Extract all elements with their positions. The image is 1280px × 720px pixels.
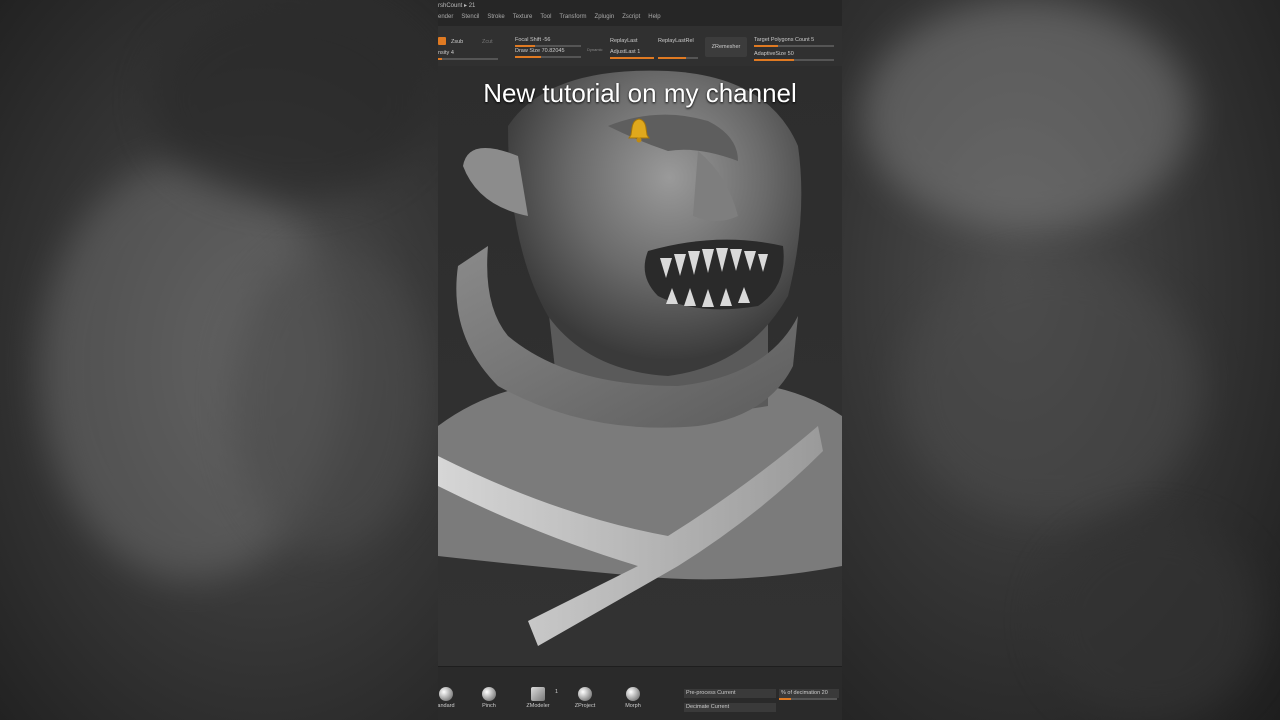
top-shelf: Zsub Zcut nsity 4 Focal Shift -56 Draw S… xyxy=(438,26,842,67)
menu-texture[interactable]: Texture xyxy=(513,14,533,20)
adaptive-size-slider[interactable]: AdaptiveSize 50 xyxy=(754,51,794,57)
brush-morph[interactable]: Morph xyxy=(613,687,653,709)
menu-tool[interactable]: Tool xyxy=(540,14,551,20)
decimate-current-button[interactable]: Decimate Current xyxy=(684,703,776,712)
zsub-button[interactable]: Zsub xyxy=(451,39,463,45)
zremesher-button[interactable]: ZRemesher xyxy=(705,37,747,57)
zcut-button[interactable]: Zcut xyxy=(482,39,493,45)
blurred-background-left xyxy=(0,0,438,720)
decimation-percent-track[interactable] xyxy=(779,698,837,700)
menu-stencil[interactable]: Stencil xyxy=(461,14,479,20)
focal-shift-track[interactable] xyxy=(515,45,581,47)
sculpt-viewport[interactable] xyxy=(438,66,842,666)
menu-bar: rshCount ▸ 21 ender Stencil Stroke Textu… xyxy=(438,0,842,26)
draw-size-track[interactable] xyxy=(515,56,581,58)
dynamic-toggle[interactable]: Dynamic xyxy=(587,47,603,52)
replay-last-rel-track[interactable] xyxy=(658,57,698,59)
bell-icon xyxy=(625,116,653,144)
intensity-slider[interactable]: nsity 4 xyxy=(438,50,454,56)
brush-label: ZModeler xyxy=(526,703,550,709)
target-polygons-track[interactable] xyxy=(754,45,834,47)
bottom-shelf: andard Pinch ZModeler 1 ZProject Morph P… xyxy=(438,666,842,720)
menu-zplugin[interactable]: Zplugin xyxy=(595,14,615,20)
menu-transform[interactable]: Transform xyxy=(559,14,586,20)
pre-process-current-button[interactable]: Pre-process Current xyxy=(684,689,776,698)
brush-zproject[interactable]: ZProject xyxy=(565,687,605,709)
orc-bust-model xyxy=(438,70,842,646)
brush-zmodeler[interactable]: ZModeler xyxy=(518,687,558,709)
menu-stroke[interactable]: Stroke xyxy=(487,14,504,20)
replay-last-rel-button[interactable]: ReplayLastRel xyxy=(658,38,694,44)
decimation-percent-slider[interactable]: % of decimation 20 xyxy=(779,689,839,698)
brush-label: Pinch xyxy=(482,703,496,709)
zadd-toggle[interactable] xyxy=(438,37,446,45)
adjust-last-slider[interactable]: AdjustLast 1 xyxy=(610,49,640,55)
focal-shift-slider[interactable]: Focal Shift -56 xyxy=(515,37,550,43)
draw-size-slider[interactable]: Draw Size 70.82045 xyxy=(515,48,565,54)
target-polygons-slider[interactable]: Target Polygons Count 5 xyxy=(754,37,814,43)
adaptive-size-track[interactable] xyxy=(754,59,834,61)
video-caption: New tutorial on my channel xyxy=(483,78,797,108)
brush-standard[interactable]: andard xyxy=(438,687,466,709)
menu-list: ender Stencil Stroke Texture Tool Transf… xyxy=(438,14,661,20)
brush-count: rshCount ▸ 21 xyxy=(438,3,476,9)
brush-label: andard xyxy=(438,703,455,709)
blurred-background-right xyxy=(842,0,1280,720)
brush-badge: 1 xyxy=(555,689,559,695)
intensity-slider-track[interactable] xyxy=(438,58,498,60)
brush-label: Morph xyxy=(625,703,641,709)
adjust-last-track[interactable] xyxy=(610,57,654,59)
brush-pinch[interactable]: Pinch xyxy=(469,687,509,709)
menu-zscript[interactable]: Zscript xyxy=(622,14,640,20)
replay-last-button[interactable]: ReplayLast xyxy=(610,38,638,44)
video-frame: rshCount ▸ 21 ender Stencil Stroke Textu… xyxy=(438,0,842,720)
menu-render[interactable]: ender xyxy=(438,14,453,20)
menu-help[interactable]: Help xyxy=(648,14,660,20)
brush-label: ZProject xyxy=(574,703,596,709)
